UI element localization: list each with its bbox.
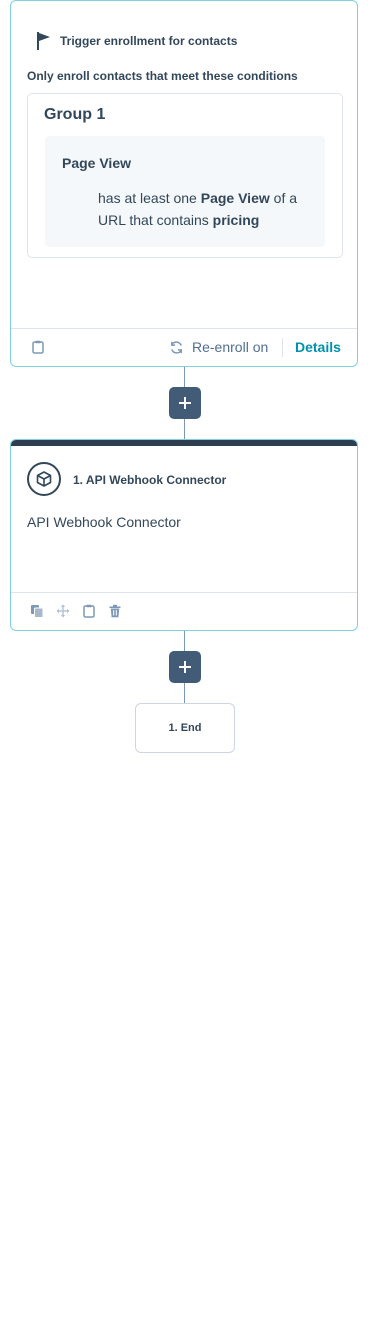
move-icon[interactable] [56, 604, 70, 618]
filter-desc-event: Page View [200, 190, 270, 206]
filter-group: Group 1 Page View has at least one Page … [27, 93, 343, 258]
filter-desc-value: pricing [212, 212, 260, 228]
reenroll-toggle[interactable]: Re-enroll on [169, 339, 268, 355]
trash-icon[interactable] [108, 604, 122, 618]
action-title: 1. API Webhook Connector [73, 473, 227, 487]
refresh-icon [171, 340, 182, 354]
group-title: Group 1 [44, 106, 106, 123]
details-link[interactable]: Details [295, 339, 341, 355]
action-topbar [11, 440, 357, 446]
box-icon [27, 462, 61, 496]
plus-icon [179, 397, 191, 409]
action-footer [11, 592, 357, 630]
trigger-footer: Re-enroll on Details [11, 328, 357, 366]
filter-item[interactable]: Page View has at least one Page View of … [45, 136, 325, 247]
end-node[interactable]: 1. End [135, 703, 235, 753]
trigger-header: Trigger enrollment for contacts [35, 31, 237, 51]
action-description: API Webhook Connector [27, 514, 181, 530]
filter-title: Page View [62, 155, 132, 171]
footer-divider [282, 338, 283, 357]
clipboard-icon[interactable] [82, 604, 96, 618]
trigger-title: Trigger enrollment for contacts [60, 34, 238, 48]
copy-icon[interactable] [30, 604, 44, 618]
filter-description: has at least one Page View of a URL that… [98, 187, 313, 231]
clipboard-icon[interactable] [31, 340, 45, 354]
filter-desc-prefix: has at least one [98, 190, 201, 206]
end-label: 1. End [168, 722, 202, 734]
trigger-card[interactable]: Trigger enrollment for contacts Only enr… [10, 0, 358, 367]
flag-icon [37, 32, 50, 50]
add-action-button[interactable] [169, 651, 201, 683]
action-card[interactable]: 1. API Webhook Connector API Webhook Con… [10, 439, 358, 631]
conditions-label: Only enroll contacts that meet these con… [27, 69, 298, 83]
add-action-button[interactable] [169, 387, 201, 419]
reenroll-label: Re-enroll on [192, 339, 269, 355]
plus-icon [179, 661, 191, 673]
